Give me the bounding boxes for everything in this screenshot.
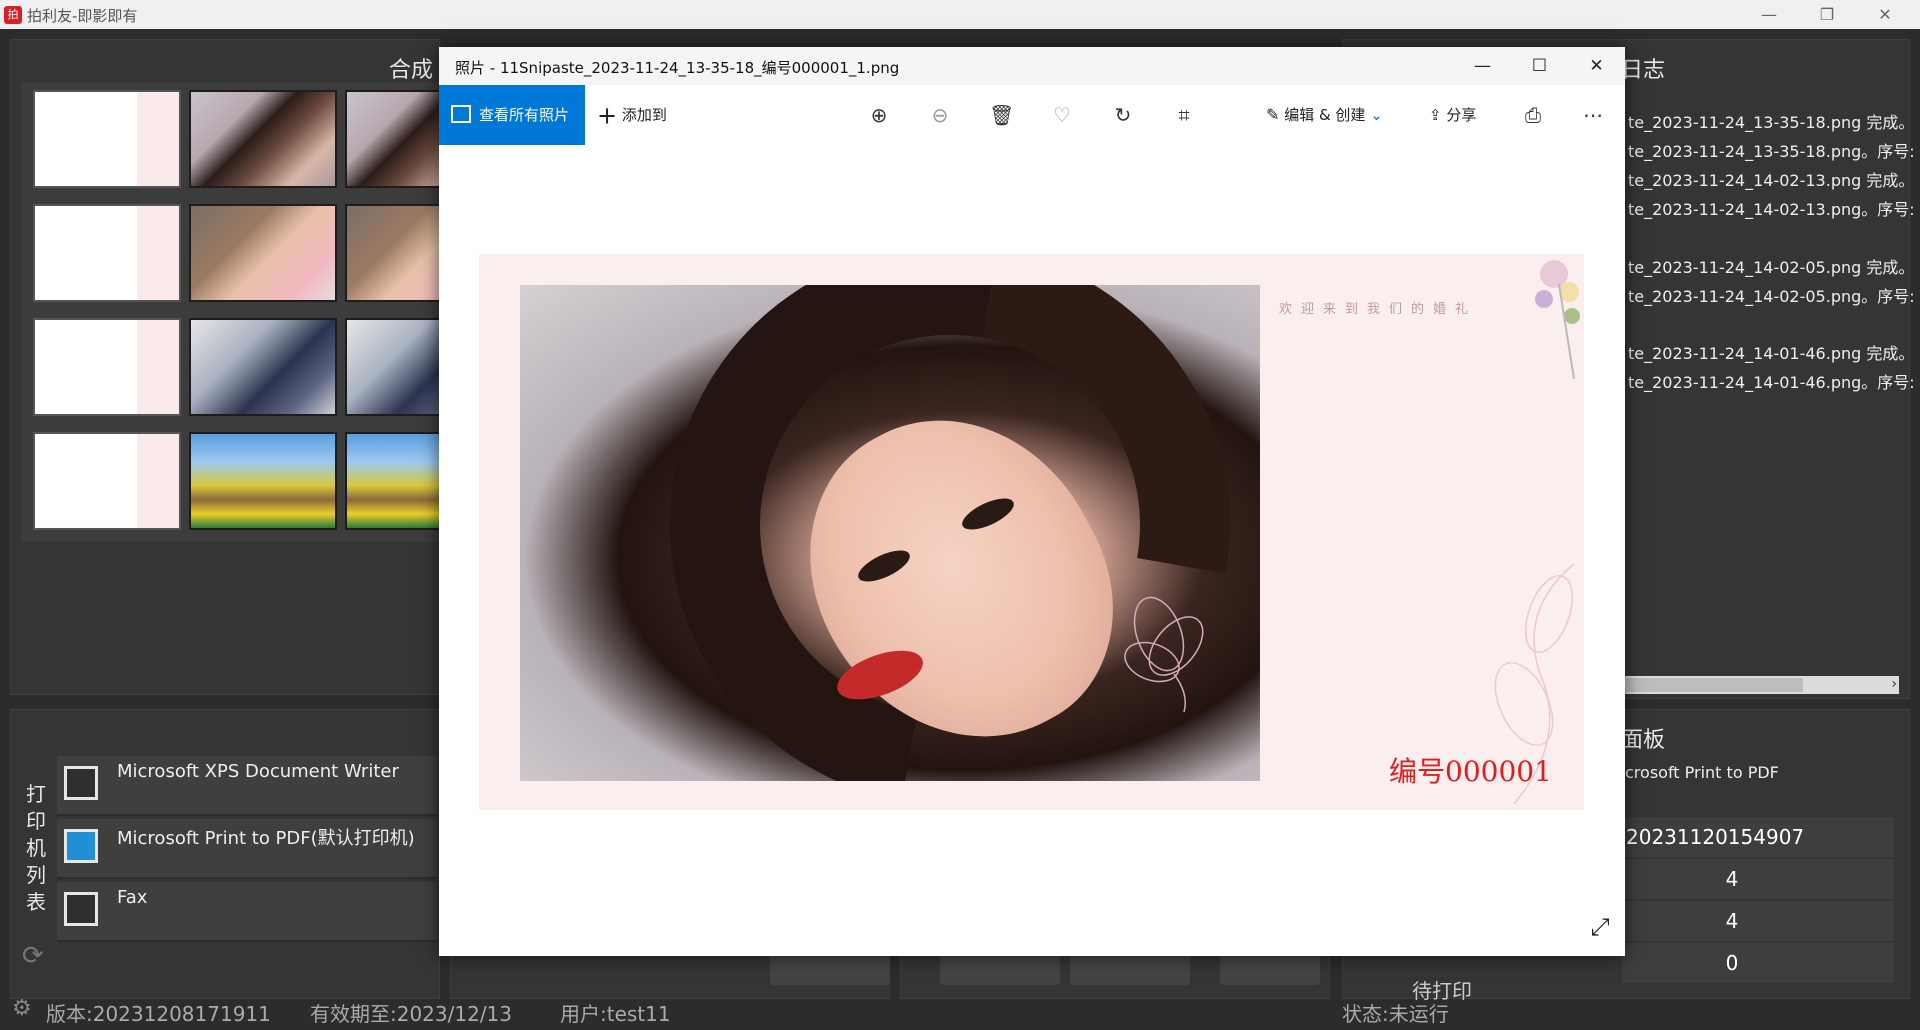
heart-icon[interactable]: ♡ bbox=[1050, 103, 1074, 127]
photo-card: 欢迎来到我们的婚礼 编号000001 bbox=[479, 254, 1584, 810]
thumbnail-grid bbox=[21, 82, 493, 542]
printer-name: Microsoft XPS Document Writer bbox=[117, 761, 399, 782]
printer-item[interactable]: Fax bbox=[57, 882, 437, 942]
count-value: 4 bbox=[1725, 909, 1739, 933]
version-text: 版本:20231208171911 bbox=[46, 1002, 271, 1026]
printer-item[interactable]: Microsoft XPS Document Writer bbox=[57, 756, 437, 816]
edit-create-button[interactable]: ✎ 编辑 & 创建 ⌄ bbox=[1266, 85, 1383, 145]
valid-until-text: 有效期至:2023/12/13 bbox=[310, 1002, 513, 1026]
minimize-button[interactable]: — bbox=[1740, 0, 1798, 29]
log-line: te_2023-11-24_13-35-18.png。序号: bbox=[1628, 142, 1915, 161]
thumbnail-photo[interactable] bbox=[189, 318, 337, 416]
serial-number: 编号000001 bbox=[1389, 755, 1552, 788]
view-all-photos-button[interactable]: 查看所有照片 bbox=[439, 85, 585, 145]
app-title: 拍利友-即影即有 bbox=[27, 7, 138, 25]
action-button[interactable] bbox=[1070, 951, 1190, 985]
printer-item[interactable]: Microsoft Print to PDF(默认打印机) bbox=[57, 819, 437, 879]
refresh-icon[interactable]: ⟳ bbox=[22, 941, 44, 971]
crop-icon[interactable]: ⌗ bbox=[1172, 103, 1196, 127]
photos-title: 照片 - 11Snipaste_2023-11-24_13-35-18_编号00… bbox=[455, 59, 900, 77]
action-button[interactable] bbox=[940, 951, 1060, 985]
pending-row: 0 bbox=[1622, 943, 1894, 983]
share-icon: ⇪ bbox=[1429, 106, 1442, 124]
photos-window: 照片 - 11Snipaste_2023-11-24_13-35-18_编号00… bbox=[439, 47, 1625, 956]
scroll-right-icon[interactable]: › bbox=[1891, 676, 1897, 692]
log-line: te_2023-11-24_14-02-05.png。序号: bbox=[1628, 287, 1915, 306]
fullscreen-icon[interactable]: ⤢ bbox=[1586, 913, 1614, 941]
action-button[interactable] bbox=[770, 951, 890, 985]
printer-checkbox[interactable] bbox=[64, 829, 98, 863]
restore-button[interactable]: ❐ bbox=[1798, 0, 1856, 29]
log-line: te_2023-11-24_14-01-46.png。序号: bbox=[1628, 373, 1915, 392]
photos-minimize-button[interactable]: — bbox=[1454, 47, 1511, 85]
count-row: 4 bbox=[1622, 901, 1894, 941]
print-icon[interactable]: ⎙ bbox=[1521, 103, 1545, 127]
thumbnail-photo[interactable] bbox=[189, 432, 337, 530]
run-status-text: 状态:未运行 bbox=[1342, 1002, 1449, 1026]
printer-list-label: 打 印 机 列 表 bbox=[26, 782, 46, 914]
user-text: 用户:test11 bbox=[560, 1002, 671, 1026]
photos-close-button[interactable]: ✕ bbox=[1568, 47, 1625, 85]
photos-toolbar: 查看所有照片 + 添加到 ⊕ ⊖ 🗑 ♡ ↻ ⌗ ✎ 编辑 & 创建 ⌄ ⇪ 分… bbox=[439, 85, 1625, 145]
edit-create-label: 编辑 & 创建 bbox=[1284, 106, 1366, 124]
photos-maximize-button[interactable]: ☐ bbox=[1511, 47, 1568, 85]
gallery-icon bbox=[451, 105, 471, 123]
thumbnail-template[interactable] bbox=[33, 432, 181, 530]
log-horizontal-scrollbar[interactable]: › bbox=[1623, 676, 1899, 694]
compose-panel-title: 合成 bbox=[389, 58, 434, 83]
current-printer: crosoft Print to PDF bbox=[1625, 763, 1779, 782]
zoom-in-icon[interactable]: ⊕ bbox=[867, 103, 891, 127]
log-line: te_2023-11-24_14-02-13.png 完成。 bbox=[1628, 171, 1915, 190]
batch-value: 20231120154907 bbox=[1626, 825, 1805, 849]
thumbnail-photo[interactable] bbox=[189, 90, 337, 188]
count-value: 4 bbox=[1725, 867, 1739, 891]
thumbnail-template[interactable] bbox=[33, 90, 181, 188]
rotate-icon[interactable]: ↻ bbox=[1111, 103, 1135, 127]
printer-name: Microsoft Print to PDF(默认打印机) bbox=[117, 828, 415, 849]
batch-row: 20231120154907 bbox=[1622, 817, 1894, 857]
log-line: te_2023-11-24_14-01-46.png 完成。 bbox=[1628, 344, 1915, 363]
action-button[interactable] bbox=[1220, 951, 1320, 985]
settings-icon[interactable]: ⚙ bbox=[12, 996, 32, 1021]
scrollbar-thumb[interactable] bbox=[1623, 678, 1803, 692]
log-line: te_2023-11-24_13-35-18.png 完成。 bbox=[1628, 113, 1915, 132]
chevron-down-icon: ⌄ bbox=[1370, 106, 1383, 124]
log-line: te_2023-11-24_14-02-13.png。序号: bbox=[1628, 200, 1915, 219]
count-row: 4 bbox=[1622, 859, 1894, 899]
app-logo-icon: 拍 bbox=[4, 6, 22, 24]
log-line: te_2023-11-24_14-02-05.png 完成。 bbox=[1628, 258, 1915, 277]
thumbnail-template[interactable] bbox=[33, 318, 181, 416]
pending-value: 0 bbox=[1725, 951, 1739, 975]
add-to-button[interactable]: + 添加到 bbox=[597, 85, 667, 145]
zoom-out-icon[interactable]: ⊖ bbox=[928, 103, 952, 127]
thumbnail-template[interactable] bbox=[33, 204, 181, 302]
control-panel-title: 面板 bbox=[1621, 728, 1666, 753]
log-panel-title: 日志 bbox=[1621, 58, 1666, 83]
printer-checkbox[interactable] bbox=[64, 892, 98, 926]
printer-name: Fax bbox=[117, 887, 148, 908]
add-to-label: 添加到 bbox=[621, 106, 667, 124]
view-all-label: 查看所有照片 bbox=[479, 106, 570, 124]
status-bar: ⚙ 版本:20231208171911 有效期至:2023/12/13 用户:t… bbox=[0, 988, 1920, 1030]
thumbnail-photo[interactable] bbox=[189, 204, 337, 302]
flower-outline-icon bbox=[1124, 596, 1204, 713]
flower-decoration-icon bbox=[1535, 260, 1580, 380]
compose-panel: 合成 bbox=[10, 39, 493, 695]
app-titlebar: 拍 拍利友-即影即有 — ❐ ✕ bbox=[0, 0, 1920, 29]
printer-checkbox[interactable] bbox=[64, 766, 98, 800]
share-label: 分享 bbox=[1446, 106, 1477, 124]
welcome-text: 欢迎来到我们的婚礼 bbox=[1279, 302, 1478, 317]
delete-icon[interactable]: 🗑 bbox=[989, 103, 1014, 127]
more-icon[interactable]: ⋯ bbox=[1581, 103, 1605, 127]
edit-icon: ✎ bbox=[1266, 105, 1280, 124]
close-button[interactable]: ✕ bbox=[1856, 0, 1914, 29]
plus-icon: + bbox=[597, 101, 618, 130]
share-button[interactable]: ⇪ 分享 bbox=[1429, 85, 1476, 145]
photos-titlebar: 照片 - 11Snipaste_2023-11-24_13-35-18_编号00… bbox=[439, 47, 1625, 85]
